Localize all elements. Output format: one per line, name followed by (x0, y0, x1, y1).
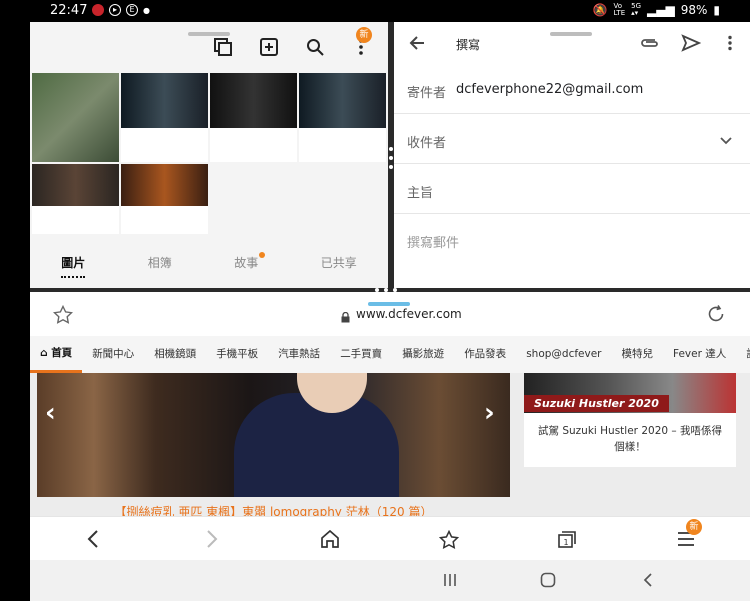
5g-signal-icon: 5G ▴▾ (631, 2, 642, 17)
body-field[interactable]: 撰寫郵件 (394, 214, 750, 264)
side-article-card[interactable]: Suzuki Hustler 2020 試駕 Suzuki Hustler 20… (524, 373, 736, 467)
home-icon: ⌂ (40, 347, 48, 359)
hero-caption[interactable]: 【捌絲痘乳 亜匹 東楓】東朤 lomography 茫林（120 篇） (37, 503, 510, 516)
bookmark-star-icon[interactable] (52, 304, 74, 328)
back-arrow-icon[interactable] (408, 34, 426, 56)
forward-icon[interactable] (200, 527, 224, 551)
play-notification-icon: ▸ (109, 4, 121, 16)
nav-forum[interactable]: 討論區 (736, 336, 750, 373)
url-text[interactable]: www.dcfever.com (356, 307, 462, 321)
nav-cars[interactable]: 汽車熱話 (268, 336, 330, 373)
browser-toolbar: 1 新 (30, 516, 750, 560)
tab-albums[interactable]: 相簿 (148, 248, 172, 278)
tab-stories[interactable]: 故事 (234, 248, 266, 278)
nav-home[interactable]: ⌂ 首頁 (30, 336, 83, 373)
e-notification-icon: E (126, 4, 138, 16)
back-icon[interactable] (81, 527, 105, 551)
browser-pane: www.dcfever.com ⌂ 首頁 新聞中心 相機鏡頭 手機平板 汽車熱話… (30, 292, 750, 601)
send-icon[interactable] (681, 34, 702, 56)
nav-mobile[interactable]: 手機平板 (206, 336, 268, 373)
hero-banner[interactable]: ‹ › (37, 373, 510, 497)
volte-icon: Vo LTE (613, 2, 626, 17)
subject-field[interactable]: 主旨 (394, 164, 750, 214)
lock-icon (341, 308, 350, 327)
stories-new-dot (259, 252, 266, 258)
recents-icon[interactable] (438, 570, 462, 590)
app-notification-icon (92, 4, 104, 16)
site-nav: ⌂ 首頁 新聞中心 相機鏡頭 手機平板 汽車熱話 二手買賣 攝影旅遊 作品發表 … (30, 336, 750, 373)
tab-shared[interactable]: 已共享 (321, 248, 357, 278)
attach-icon[interactable] (640, 35, 660, 54)
nav-travel[interactable]: 攝影旅遊 (392, 336, 454, 373)
tabs-icon[interactable]: 1 (555, 527, 579, 551)
battery-icon: ▮ (713, 3, 720, 17)
gallery-tabs: 圖片 相簿 故事 已共享 (30, 248, 388, 278)
side-article-title[interactable]: 試駕 Suzuki Hustler 2020 – 我唔係得個樣！ (534, 423, 726, 455)
add-image-icon[interactable] (258, 36, 280, 58)
nav-home-label: 首頁 (51, 347, 73, 359)
system-navigation-bar (30, 560, 750, 601)
select-copy-icon[interactable] (212, 36, 234, 58)
carousel-prev-icon[interactable]: ‹ (45, 398, 56, 428)
more-options-icon[interactable] (727, 35, 733, 55)
thumbnail-witcher-post-1[interactable] (121, 73, 208, 162)
browser-drag-handle[interactable] (368, 302, 410, 306)
to-field[interactable]: 收件者 (394, 114, 750, 164)
new-badge: 新 (356, 27, 372, 43)
from-field[interactable]: 寄件者 dcfeverphone22@gmail.com (394, 64, 750, 114)
gallery-pane: 新 圖片 相簿 故事 已共享 (30, 22, 388, 288)
page-content: ‹ › 【捌絲痘乳 亜匹 東楓】東朤 lomography 茫林（120 篇） … (30, 373, 750, 516)
more-notifications-dot-icon: ● (143, 5, 150, 15)
nav-secondhand[interactable]: 二手買賣 (330, 336, 392, 373)
nav-experts[interactable]: Fever 達人 (663, 336, 736, 373)
menu-new-badge: 新 (686, 519, 702, 535)
nav-news[interactable]: 新聞中心 (82, 336, 144, 373)
status-time: 22:47 (50, 3, 88, 18)
expand-chevron-icon[interactable] (720, 134, 732, 149)
thumbnail-movie-post[interactable] (32, 164, 119, 234)
home-button-icon[interactable] (536, 570, 560, 590)
bookmarks-icon[interactable] (437, 527, 461, 551)
body-placeholder: 撰寫郵件 (407, 236, 460, 251)
more-options-icon[interactable]: 新 (350, 27, 372, 58)
menu-icon[interactable]: 新 (674, 519, 702, 551)
svg-text:1: 1 (564, 538, 569, 547)
address-bar: www.dcfever.com (30, 292, 750, 336)
side-article-tag: Suzuki Hustler 2020 (524, 395, 669, 412)
tab-pictures[interactable]: 圖片 (61, 248, 86, 278)
back-button-icon[interactable] (636, 570, 660, 590)
carousel-next-icon[interactable]: › (484, 398, 495, 428)
nav-cameras[interactable]: 相機鏡頭 (144, 336, 206, 373)
compose-title: 撰寫 (456, 38, 481, 52)
tab-stories-label: 故事 (234, 256, 259, 270)
home-icon[interactable] (318, 527, 342, 551)
to-label: 收件者 (407, 136, 447, 151)
mute-icon: 🔕 (592, 3, 608, 17)
thumbnail-forge-post[interactable] (121, 164, 208, 234)
nav-models[interactable]: 模特兒 (612, 336, 664, 373)
thumbnail-video-post[interactable] (210, 73, 297, 162)
mail-compose-pane: 撰寫 寄件者 dcfeverphone22@gmail.com 收件者 主旨 撰… (394, 22, 750, 288)
thumbnail-game-screenshot[interactable] (32, 73, 119, 162)
thumbnail-witcher-post-2[interactable] (299, 73, 386, 162)
status-bar: 22:47 ▸ E ● 🔕 Vo LTE 5G ▴▾ ▂▄▆ 98% ▮ (30, 0, 750, 22)
subject-label: 主旨 (407, 186, 434, 201)
search-icon[interactable] (304, 36, 326, 58)
nav-gallery[interactable]: 作品發表 (454, 336, 516, 373)
device-screen: 22:47 ▸ E ● 🔕 Vo LTE 5G ▴▾ ▂▄▆ 98% ▮ 新 圖… (30, 0, 750, 601)
nav-shop[interactable]: shop@dcfever (516, 336, 611, 373)
signal-icon: ▂▄▆ (647, 3, 675, 17)
from-label: 寄件者 (407, 86, 447, 101)
from-value: dcfeverphone22@gmail.com (456, 82, 644, 97)
battery-text: 98% (680, 3, 708, 17)
reload-icon[interactable] (706, 304, 726, 328)
